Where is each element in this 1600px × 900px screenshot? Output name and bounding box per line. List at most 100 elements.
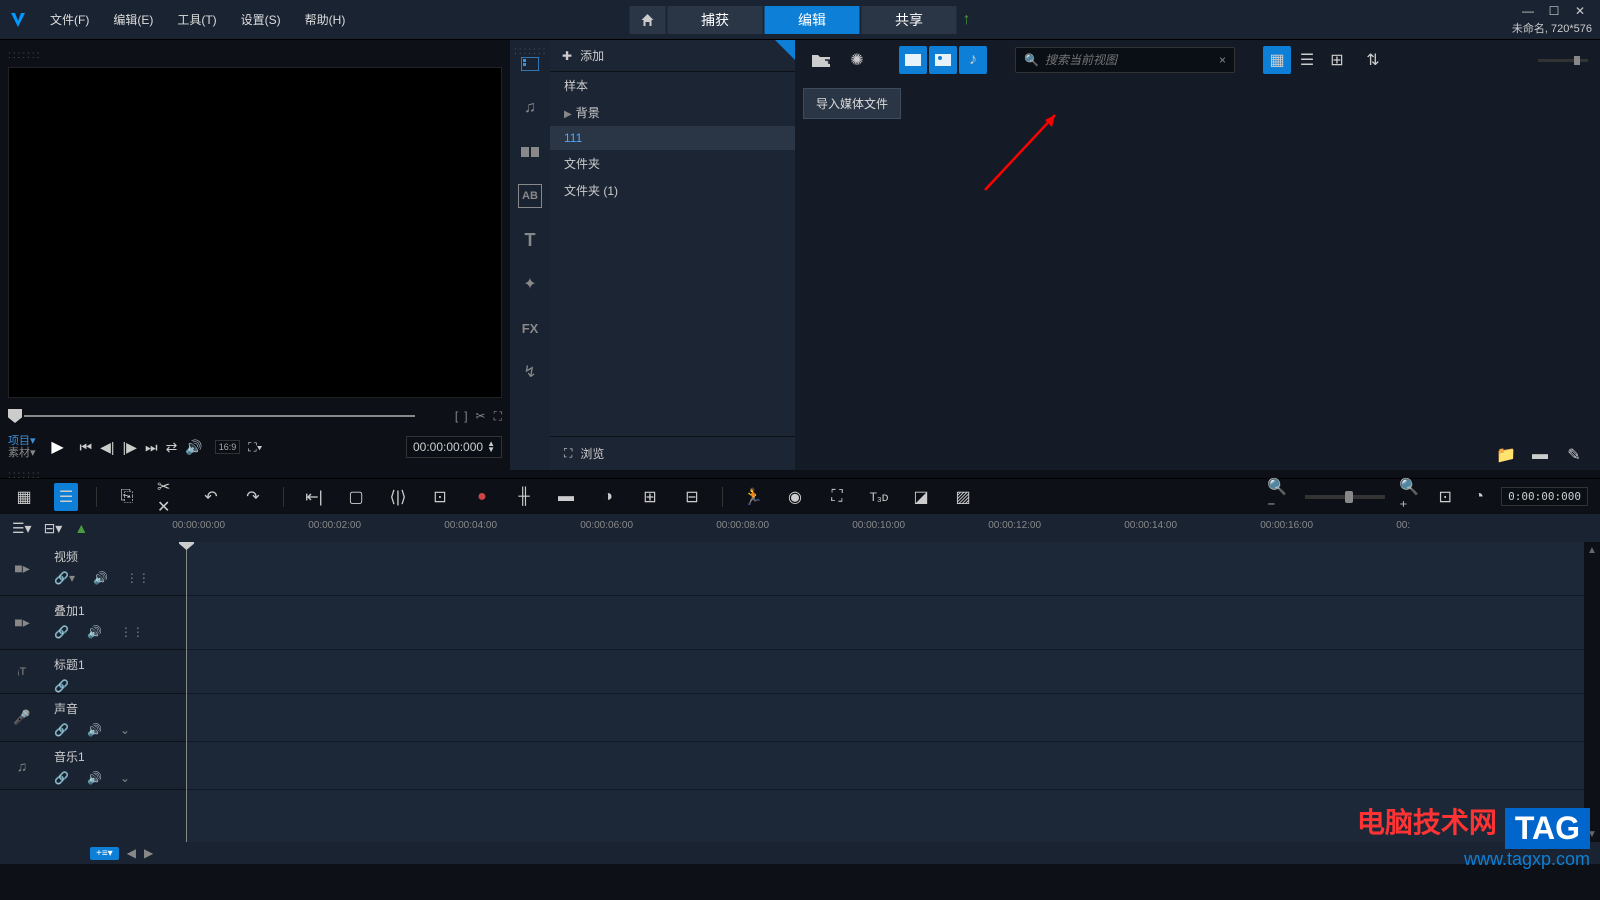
multi-button[interactable]: ⊞ [638,487,662,507]
duration-button[interactable]: ◔ [1467,488,1491,506]
tab-capture[interactable]: 捕获 [668,6,763,34]
sound-icon[interactable]: 🔊 [87,625,102,639]
title-tab-icon[interactable]: AB [518,184,542,208]
mask-button[interactable]: ⛶ [825,488,849,506]
add-track-badge[interactable]: +≡▾ [90,847,119,860]
paint-button[interactable]: ◪ [909,487,933,507]
goto-end-button[interactable]: ⏭ [145,439,158,456]
tab-share[interactable]: 共享 [862,6,957,34]
sort-button[interactable]: ⇅ [1359,46,1387,74]
filter-image-button[interactable] [929,46,957,74]
tab-edit[interactable]: 编辑 [765,6,860,34]
timeline-view-button[interactable]: ☰ [54,483,78,511]
folder-item[interactable]: ▶背景 [550,99,795,126]
view-thumbnails-button[interactable]: ▦ [1263,46,1291,74]
menu-edit[interactable]: 编辑(E) [103,7,163,32]
track-manager-button[interactable]: ⊟▾ [44,520,63,537]
tools-button[interactable]: ✂✕ [157,477,181,517]
scrubber-handle[interactable] [8,409,22,423]
audio-mixer-button[interactable]: ╫ [512,488,536,506]
link-icon[interactable]: 🔗 [54,625,69,639]
3d-title-button[interactable]: T₃ᴅ [867,490,891,504]
add-folder-button[interactable]: ✚ 添加 [550,40,795,72]
close-button[interactable]: ✕ [1568,4,1592,18]
pan-zoom-button[interactable]: ⊡ [428,487,452,507]
capture-button[interactable]: ✺ [843,46,871,74]
audio-tab-icon[interactable]: ♫ [518,96,542,120]
copy-button[interactable]: ⎘ [115,488,139,506]
upload-icon[interactable]: ↑ [963,11,971,29]
import-media-button[interactable]: + [807,46,835,74]
battery-icon[interactable]: ▬ [1526,441,1554,469]
view-list-button[interactable]: ☰ [1293,46,1321,74]
maximize-button[interactable]: ☐ [1542,4,1566,18]
storyboard-view-button[interactable]: ▦ [12,487,36,507]
fit-button[interactable]: ⊡ [1433,487,1457,507]
project-mode-label[interactable]: 项目▾ [8,435,36,447]
menu-settings[interactable]: 设置(S) [231,7,291,32]
view-grid-button[interactable]: ⊞ [1323,46,1351,74]
minimize-button[interactable]: — [1516,4,1540,18]
folder-view-icon[interactable]: 📁 [1492,441,1520,469]
path-tab-icon[interactable]: ↯ [518,360,542,384]
link-icon[interactable]: 🔗 [54,771,69,785]
filter-audio-button[interactable]: ♪ [959,46,987,74]
link-icon[interactable]: 🔗 [54,679,69,693]
chapter-button[interactable]: ▬ [554,488,578,506]
scroll-left-icon[interactable]: ◀ [127,846,136,860]
pin-icon[interactable] [775,40,795,60]
effects-button[interactable]: ▨ [951,487,975,507]
aspect-ratio[interactable]: 16:9 [215,440,241,454]
split-button[interactable]: ⟨|⟩ [386,487,410,507]
preview-screen[interactable] [8,67,502,398]
edit-icon[interactable]: ✎ [1560,441,1588,469]
redo-button[interactable]: ↷ [241,487,265,507]
undo-button[interactable]: ↶ [199,487,223,507]
grid-icon[interactable]: ⋮⋮ [126,571,150,585]
subtitle-button[interactable]: ◑ [596,488,620,506]
goto-start-button[interactable]: ⏮ [80,439,93,456]
zoom-slider[interactable] [1305,495,1385,499]
cut-icon[interactable]: ✂ [476,409,486,423]
scroll-right-icon[interactable]: ▶ [144,846,153,860]
folder-item[interactable]: 文件夹 [550,150,795,177]
panel-grip[interactable]: ::::::: [8,48,502,63]
prev-frame-button[interactable]: ◀| [100,439,114,456]
vertical-scrollbar[interactable]: ▲ ▼ [1584,542,1600,842]
menu-help[interactable]: 帮助(H) [295,7,356,32]
search-box[interactable]: 🔍 × [1015,47,1235,73]
expand-icon[interactable]: ⛶ [494,409,502,424]
sound-icon[interactable]: 🔊 [87,771,102,785]
mark-out-icon[interactable]: ] [464,409,467,423]
grid-button[interactable]: ⊟ [680,487,704,507]
home-button[interactable] [630,6,666,34]
panel-grip[interactable]: ::::::: [514,44,547,59]
material-mode-label[interactable]: 素材▾ [8,448,36,459]
mark-in-button[interactable]: ⇤| [302,487,326,507]
loop-button[interactable]: ⇄ [166,439,178,456]
zoom-out-button[interactable]: 🔍⁻ [1267,477,1291,517]
graphics-tab-icon[interactable]: ✦ [518,272,542,296]
track-header-overlay[interactable]: ■▸ 叠加1🔗🔊⋮⋮ [0,596,186,650]
menu-tools[interactable]: 工具(T) [167,7,226,32]
fx-tab-icon[interactable]: FX [518,316,542,340]
menu-file[interactable]: 文件(F) [40,7,99,32]
folder-item[interactable]: 样本 [550,72,795,99]
track-header-music[interactable]: ♫ 音乐1🔗🔊⌄ [0,742,186,790]
preview-scrubber[interactable]: [] ✂ ⛶ [8,406,502,426]
track-header-video[interactable]: ■▸ 视频🔗▾🔊⋮⋮ [0,542,186,596]
zoom-in-button[interactable]: 🔍⁺ [1399,477,1423,517]
record-button[interactable]: ● [470,488,494,506]
track-options-button[interactable]: ☰▾ [12,520,32,537]
folder-item[interactable]: 文件夹 (1) [550,177,795,204]
volume-button[interactable]: 🔊 [185,439,202,456]
scroll-up-icon[interactable]: ▲ [1584,542,1600,558]
link-icon[interactable]: 🔗▾ [54,571,75,585]
sound-icon[interactable]: 🔊 [87,723,102,737]
clear-search-icon[interactable]: × [1219,53,1226,67]
tracking-button[interactable]: ◉ [783,487,807,507]
preview-timecode[interactable]: 00:00:00:000▲▼ [406,436,502,458]
browse-button[interactable]: ⛶ 浏览 [550,436,795,470]
transition-tab-icon[interactable] [518,140,542,164]
link-icon[interactable]: 🔗 [54,723,69,737]
